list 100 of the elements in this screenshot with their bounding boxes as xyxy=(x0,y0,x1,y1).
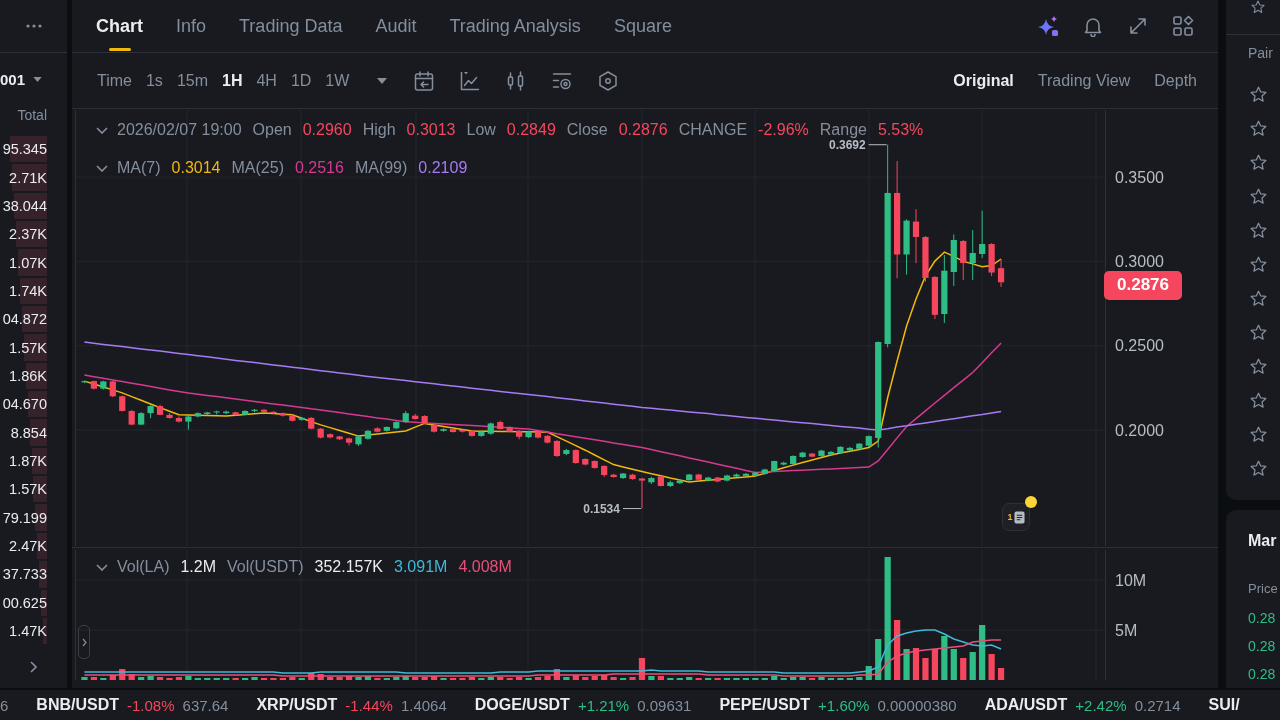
order-total: 04.872 xyxy=(2,311,47,328)
ticker-pair[interactable]: PEPE/USDT xyxy=(719,696,811,714)
order-total: 2.47K xyxy=(9,538,47,554)
volume-bar xyxy=(638,658,646,680)
star-icon[interactable] xyxy=(1250,459,1267,477)
candle xyxy=(156,404,164,416)
candle xyxy=(629,473,636,481)
nav-tab[interactable]: Chart xyxy=(96,0,143,52)
expand-icon[interactable] xyxy=(1127,15,1149,37)
order-total: 1.74K xyxy=(9,282,47,299)
ticker-pair[interactable]: BNB/USDT xyxy=(36,696,119,714)
volume-bar xyxy=(156,677,164,680)
chevron-right-icon[interactable] xyxy=(30,660,37,673)
line-chart-icon[interactable] xyxy=(459,69,482,92)
caret-down-icon[interactable] xyxy=(377,77,388,84)
chevron-down-icon[interactable] xyxy=(96,563,108,571)
calendar-icon[interactable] xyxy=(413,69,436,92)
ticker-change: -1.08% xyxy=(127,696,175,714)
candle xyxy=(412,413,419,421)
ticker-pair[interactable]: DOGE/USDT xyxy=(474,696,570,714)
nav-tab[interactable]: Trading Data xyxy=(239,0,343,52)
view-tab[interactable]: Depth xyxy=(1154,71,1197,90)
volume-bar xyxy=(544,676,551,680)
volume-bar xyxy=(865,666,872,680)
candle xyxy=(761,468,768,476)
legend-label: Close xyxy=(566,122,608,138)
candle xyxy=(941,254,948,324)
chevron-down-icon[interactable] xyxy=(96,164,108,172)
volume-bar xyxy=(128,674,135,680)
star-icon[interactable] xyxy=(1250,425,1267,443)
legend-value: 0.2876 xyxy=(618,122,668,138)
candle xyxy=(175,416,183,423)
ticker-pair[interactable]: SUI/ xyxy=(1208,696,1240,714)
star-icon[interactable] xyxy=(1250,85,1267,103)
candle xyxy=(733,473,740,478)
volume-bar xyxy=(591,676,598,680)
star-icon[interactable] xyxy=(1250,153,1267,171)
view-tab[interactable]: Trading View xyxy=(1037,71,1131,90)
interval-tab[interactable]: 1H xyxy=(222,71,243,90)
nav-tab[interactable]: Info xyxy=(176,0,207,52)
candle xyxy=(525,430,532,439)
ticker-pair[interactable]: XRP/USDT xyxy=(256,696,338,714)
interval-tab[interactable]: 4H xyxy=(256,71,277,90)
candle xyxy=(364,429,372,441)
nav-tab[interactable]: Audit xyxy=(375,0,417,52)
more-icon[interactable] xyxy=(25,24,42,28)
star-icon[interactable] xyxy=(1250,289,1267,307)
ticker-change: +2.42% xyxy=(1075,696,1127,714)
view-tab[interactable]: Original xyxy=(953,71,1014,90)
hexagon-icon[interactable] xyxy=(597,69,620,92)
candle xyxy=(459,428,466,434)
volume-bar xyxy=(648,676,655,680)
star-icon[interactable] xyxy=(1250,323,1267,341)
expand-handle[interactable] xyxy=(78,625,90,659)
candle xyxy=(676,479,683,485)
bell-icon[interactable] xyxy=(1082,15,1104,37)
star-icon[interactable] xyxy=(1250,187,1267,205)
star-icon[interactable] xyxy=(1250,357,1267,375)
star-icon[interactable] xyxy=(1250,221,1267,239)
annotation: 0.3692 xyxy=(828,137,866,152)
volume-bar xyxy=(997,668,1005,680)
candle xyxy=(185,415,192,431)
candle xyxy=(903,218,910,276)
candle xyxy=(487,421,494,436)
volume-bar xyxy=(922,658,929,680)
candle-date: 2026/02/07 19:00 xyxy=(117,122,242,138)
candle xyxy=(402,410,409,424)
volume-axis-label: 5M xyxy=(1115,621,1138,639)
legend-label: Vol(LA) xyxy=(117,559,170,575)
star-icon[interactable] xyxy=(1251,0,1265,14)
interval-tab[interactable]: 1W xyxy=(325,71,350,90)
candle xyxy=(856,442,863,451)
interval-tab[interactable]: 15m xyxy=(176,71,208,90)
candle xyxy=(723,474,731,482)
events-button[interactable]: 1 xyxy=(1002,503,1030,531)
ticker-pair[interactable]: ADA/USDT xyxy=(984,696,1068,714)
volume-bar xyxy=(516,677,523,680)
order-total: 1.57K xyxy=(9,481,47,498)
candle xyxy=(582,457,589,466)
star-icon[interactable] xyxy=(1250,391,1267,409)
candle xyxy=(336,435,343,441)
nav-tab[interactable]: Trading Analysis xyxy=(449,0,581,52)
chevron-down-icon[interactable] xyxy=(96,126,108,134)
volume-bar xyxy=(894,620,901,680)
star-icon[interactable] xyxy=(1250,119,1267,137)
ticker-change: -1.44% xyxy=(345,696,393,714)
candle xyxy=(960,239,967,281)
interval-tab[interactable]: 1s xyxy=(145,71,163,90)
order-total: 38.044 xyxy=(2,197,47,214)
interval-tab[interactable]: 1D xyxy=(290,71,312,90)
low-price-label: 0.1534 xyxy=(583,501,642,516)
star-icon[interactable] xyxy=(1250,255,1267,273)
widgets-icon[interactable] xyxy=(1172,15,1194,37)
sparkle-icon[interactable] xyxy=(1037,15,1059,37)
interval-tab[interactable]: Time xyxy=(97,71,132,90)
nav-tab[interactable]: Square xyxy=(613,0,672,52)
volume-bar xyxy=(355,677,362,680)
volume-bar xyxy=(487,677,494,680)
candle xyxy=(449,427,457,434)
precision-dropdown[interactable]: 001 xyxy=(0,70,43,88)
